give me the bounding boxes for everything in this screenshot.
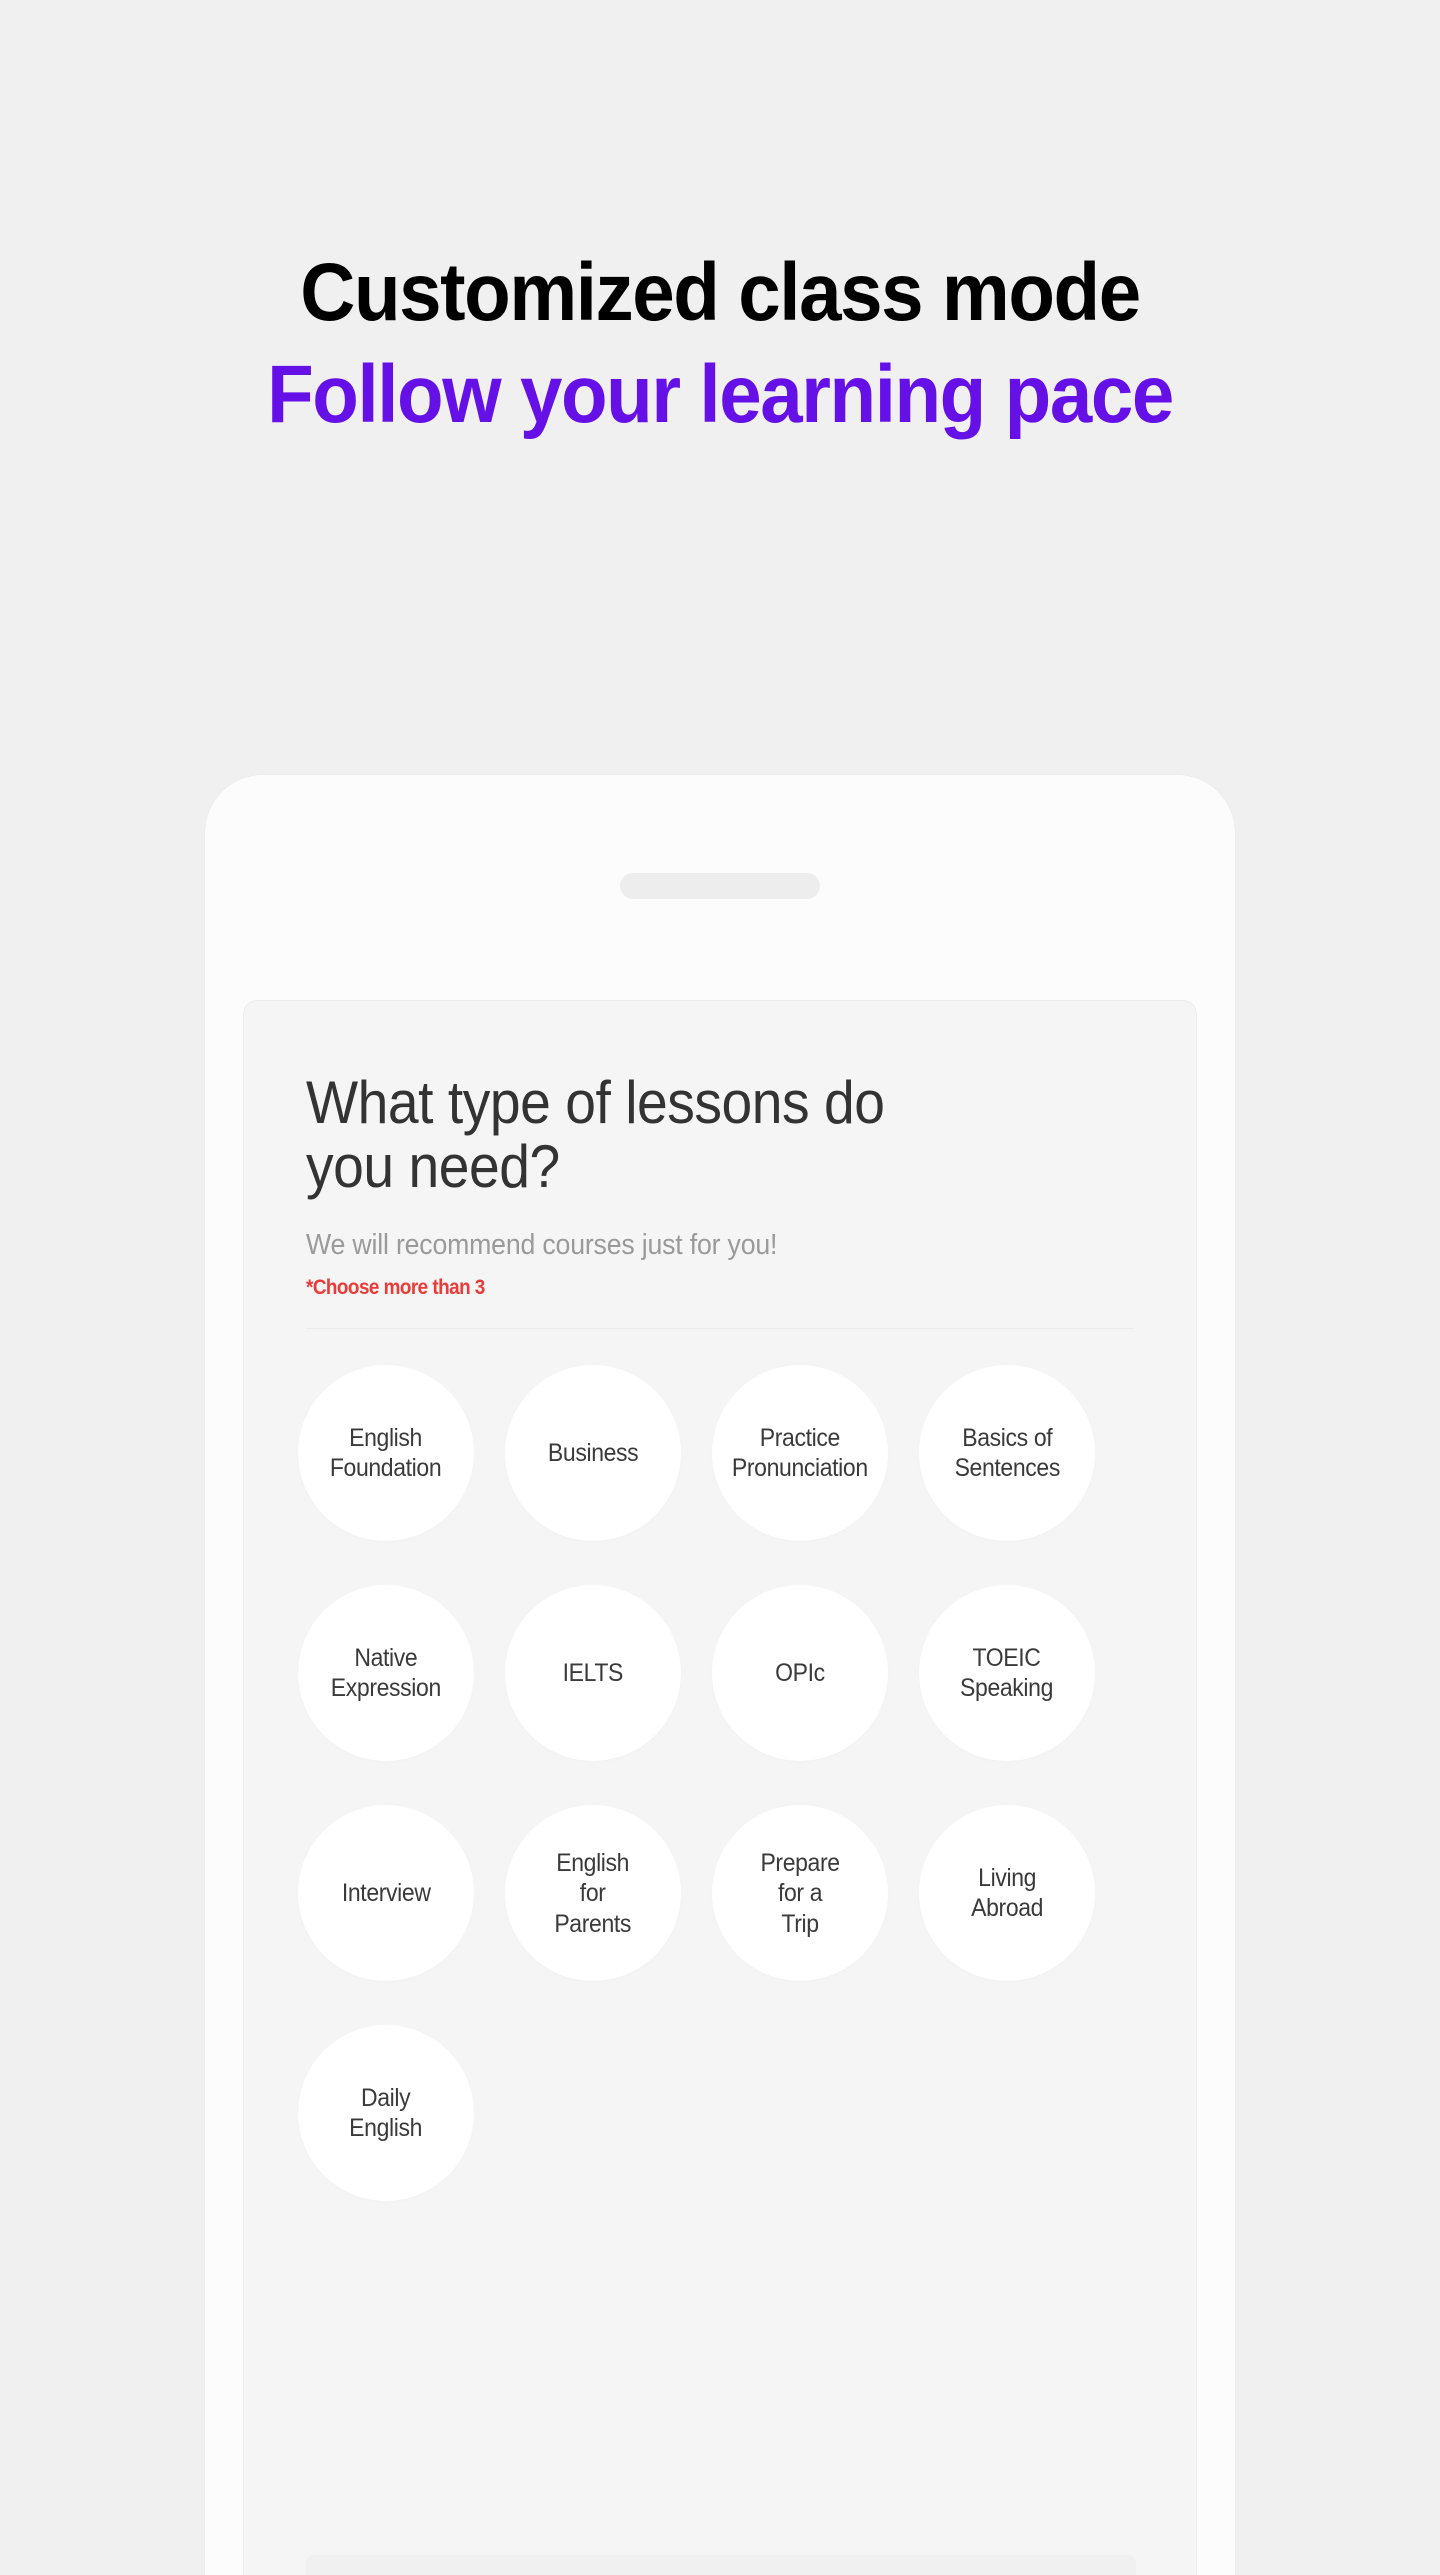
lesson-chip-label: Daily English <box>349 2083 423 2143</box>
lesson-chip-opic[interactable]: OPIc <box>712 1585 888 1762</box>
bottom-action-bar[interactable] <box>306 2555 1136 2575</box>
page-subtitle: We will recommend courses just for you! <box>306 1229 778 1262</box>
lesson-chip-label: OPIc <box>775 1659 825 1688</box>
lesson-chip-interview[interactable]: Interview <box>298 1805 474 1982</box>
lesson-chip-daily-english[interactable]: Daily English <box>298 2025 474 2202</box>
lesson-chip-label: TOEIC Speaking <box>960 1643 1054 1703</box>
lesson-chip-label: Interview <box>341 1879 431 1908</box>
phone-mockup: What type of lessons do you need? We wil… <box>205 775 1235 2575</box>
lesson-chip-english-for-parents[interactable]: English for Parents <box>505 1805 681 1982</box>
lesson-chip-label: Living Abroad <box>971 1863 1043 1923</box>
lesson-chip-label: Basics of Sentences <box>954 1423 1060 1483</box>
lesson-chip-practice-pronunciation[interactable]: Practice Pronunciation <box>712 1365 888 1542</box>
lesson-chip-native-expression[interactable]: Native Expression <box>298 1585 474 1762</box>
headline-line-accent: Follow your learning pace <box>267 349 1174 440</box>
screen-content: What type of lessons do you need? We wil… <box>244 1001 1196 2245</box>
speaker-grille-icon <box>620 873 820 899</box>
lesson-chip-living-abroad[interactable]: Living Abroad <box>919 1805 1095 1982</box>
lesson-chip-toeic-speaking[interactable]: TOEIC Speaking <box>919 1585 1095 1762</box>
lesson-chip-label: Practice Pronunciation <box>732 1423 868 1483</box>
promo-headline: Customized class mode Follow your learni… <box>0 252 1440 436</box>
section-divider <box>306 1328 1134 1330</box>
app-screen: What type of lessons do you need? We wil… <box>243 1000 1197 2575</box>
lesson-chip-english-foundation[interactable]: English Foundation <box>298 1365 474 1542</box>
page-title: What type of lessons do you need? <box>306 1069 885 1201</box>
lesson-chip-label: English Foundation <box>330 1423 442 1483</box>
lesson-chip-label: English for Parents <box>554 1848 632 1938</box>
lesson-chip-label: Prepare for a Trip <box>760 1848 840 1938</box>
lesson-chip-label: Native Expression <box>330 1643 442 1703</box>
lesson-chip-prepare-for-a-trip[interactable]: Prepare for a Trip <box>712 1805 888 1982</box>
lesson-chip-ielts[interactable]: IELTS <box>505 1585 681 1762</box>
lesson-type-chip-grid: English Foundation Business Practice Pro… <box>298 1365 1128 2245</box>
lesson-chip-label: IELTS <box>562 1659 624 1688</box>
lesson-chip-label: Business <box>547 1439 639 1468</box>
selection-requirement-note: *Choose more than 3 <box>306 1276 485 1300</box>
headline-line-primary: Customized class mode <box>300 247 1141 338</box>
lesson-chip-basics-of-sentences[interactable]: Basics of Sentences <box>919 1365 1095 1542</box>
lesson-chip-business[interactable]: Business <box>505 1365 681 1542</box>
